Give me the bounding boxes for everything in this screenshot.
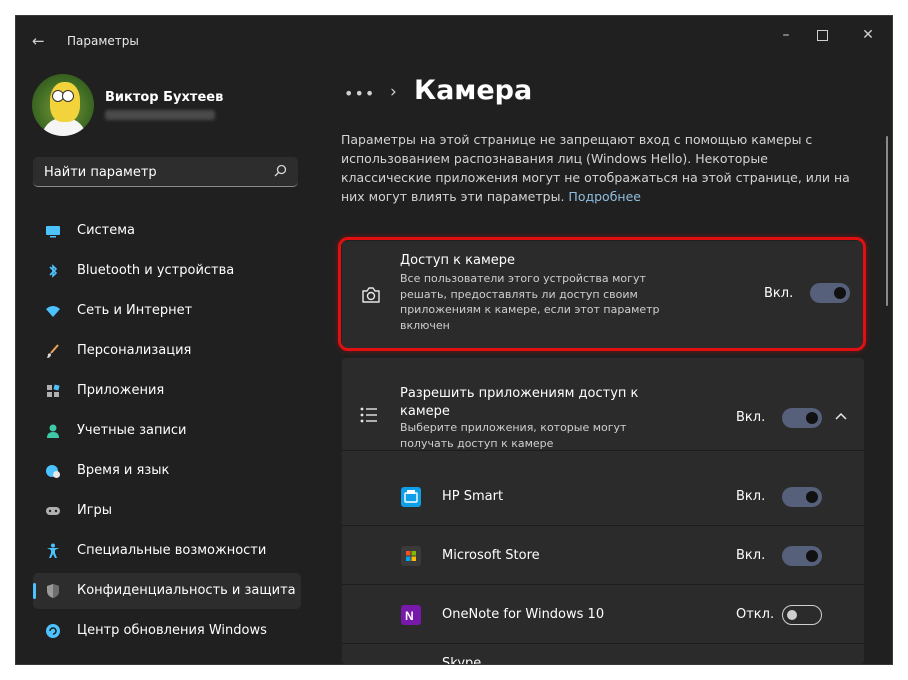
brush-icon — [47, 344, 59, 358]
chevron-up-icon[interactable] — [834, 410, 848, 424]
sidebar-item-time-language[interactable]: Время и язык — [33, 453, 301, 489]
svg-text:N: N — [405, 609, 414, 623]
list-icon — [360, 407, 377, 423]
app-state: Откл. — [736, 607, 775, 622]
onenote-icon: N — [401, 605, 421, 625]
maximize-button[interactable] — [802, 24, 842, 50]
page-description: Параметры на этой странице не запрещают … — [341, 130, 861, 206]
sidebar-item-label: Персонализация — [77, 343, 192, 358]
search-input[interactable]: Найти параметр — [33, 157, 298, 187]
divider — [342, 643, 864, 644]
sidebar-item-label: Приложения — [77, 383, 165, 398]
app-row-microsoft-store: Microsoft Store Вкл. — [342, 527, 864, 585]
apps-access-title: Разрешить приложениям доступ к камере — [400, 386, 639, 419]
sidebar-item-bluetooth[interactable]: Bluetooth и устройства — [33, 253, 301, 289]
bluetooth-icon — [49, 264, 58, 278]
back-arrow-icon[interactable]: ← — [32, 32, 45, 50]
sidebar-item-label: Время и язык — [77, 463, 170, 478]
update-icon — [46, 624, 60, 638]
sidebar-item-system[interactable]: Система — [33, 213, 301, 249]
sidebar-item-label: Сеть и Интернет — [77, 303, 193, 318]
sidebar-item-accounts[interactable]: Учетные записи — [33, 413, 301, 449]
app-toggle[interactable] — [782, 546, 822, 566]
page-title: Камера — [414, 75, 533, 106]
sidebar-item-windows-update[interactable]: Центр обновления Windows — [33, 613, 301, 649]
gamepad-icon — [46, 507, 60, 515]
app-name: OneNote for Windows 10 — [442, 607, 605, 622]
shield-icon — [47, 584, 59, 598]
app-row-onenote: N OneNote for Windows 10 Откл. — [342, 586, 864, 644]
divider — [342, 584, 864, 585]
person-icon — [47, 424, 59, 438]
apps-access-toggle[interactable] — [782, 408, 822, 428]
sidebar-item-gaming[interactable]: Игры — [33, 493, 301, 529]
app-toggle[interactable] — [782, 487, 822, 507]
accessibility-icon — [47, 543, 59, 558]
sidebar-item-label: Центр обновления Windows — [77, 623, 267, 638]
sidebar-item-privacy[interactable]: Конфиденциальность и защита — [33, 573, 301, 609]
app-toggle[interactable] — [782, 605, 822, 625]
app-row-skype: S Skype Вкл. — [342, 645, 864, 664]
microsoft-store-icon — [401, 546, 421, 566]
title-bar: ← Параметры – ✕ — [16, 16, 892, 50]
apps-access-description: Выберите приложения, которые могут получ… — [400, 421, 627, 450]
learn-more-link[interactable]: Подробнее — [568, 189, 641, 204]
hp-smart-icon — [401, 487, 421, 507]
app-name: Microsoft Store — [442, 548, 540, 563]
divider — [342, 450, 864, 451]
monitor-icon — [46, 226, 60, 238]
close-button[interactable]: ✕ — [848, 24, 888, 50]
sidebar-item-label: Учетные записи — [77, 423, 187, 438]
divider — [342, 525, 864, 526]
sidebar-item-label: Специальные возможности — [77, 543, 267, 558]
sidebar-item-label: Игры — [77, 503, 113, 518]
wifi-icon — [46, 306, 60, 317]
app-name: HP Smart — [442, 489, 504, 504]
app-state: Вкл. — [736, 489, 766, 504]
sidebar-item-personalization[interactable]: Персонализация — [33, 333, 301, 369]
highlight-frame — [338, 237, 866, 351]
sidebar-item-apps[interactable]: Приложения — [33, 373, 301, 409]
search-icon[interactable] — [272, 163, 288, 179]
settings-window: ← Параметры – ✕ Виктор Бухтеев Найти пар… — [16, 16, 892, 664]
sidebar-item-label: Система — [77, 223, 136, 238]
search-placeholder: Найти параметр — [44, 165, 157, 180]
scrollbar[interactable] — [886, 136, 888, 306]
sidebar-item-network[interactable]: Сеть и Интернет — [33, 293, 301, 329]
sidebar-item-accessibility[interactable]: Специальные возможности — [33, 533, 301, 569]
avatar[interactable] — [32, 74, 94, 136]
app-row-hp-smart: HP Smart Вкл. — [342, 468, 864, 526]
app-state: Вкл. — [736, 548, 766, 563]
user-email-redacted — [105, 110, 215, 120]
apps-access-card: Разрешить приложениям доступ к камере Вы… — [342, 358, 864, 664]
globe-clock-icon — [46, 465, 60, 478]
apps-icon — [47, 384, 60, 397]
user-name: Виктор Бухтеев — [105, 90, 224, 105]
chevron-right-icon: › — [390, 82, 397, 102]
apps-access-state: Вкл. — [736, 410, 766, 425]
breadcrumb-more-button[interactable]: ••• — [344, 84, 375, 103]
minimize-button[interactable]: – — [766, 24, 806, 50]
app-name: Skype — [442, 656, 482, 664]
sidebar-item-label: Bluetooth и устройства — [77, 263, 235, 278]
app-title: Параметры — [67, 34, 139, 48]
sidebar-item-label: Конфиденциальность и защита — [77, 583, 296, 598]
